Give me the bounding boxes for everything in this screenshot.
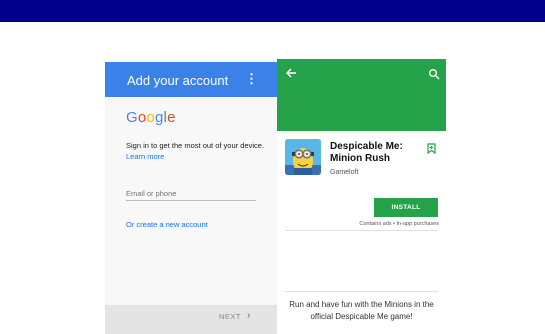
minion-icon [285,139,321,175]
google-logo-letter: g [154,109,164,126]
play-store-header [277,59,446,131]
signin-text: Sign in to get the most out of your devi… [126,141,264,150]
google-signin-screen: Add your account ⋮ Google Sign in to get… [105,62,277,334]
google-logo-letter: e [167,109,176,126]
google-logo: Google [126,109,176,126]
contains-ads-note: Contains ads • In-app purchases [359,221,439,227]
chevron-right-icon[interactable]: › [247,310,250,321]
divider [285,230,438,231]
app-description: Run and have fun with the Minions in the… [289,300,434,321]
google-logo-letter: G [126,109,138,126]
bookmark-icon[interactable] [427,143,436,154]
create-account-link[interactable]: Or create a new account [126,220,208,229]
google-logo-letter: o [146,109,155,126]
signin-footer [105,305,277,334]
install-button[interactable]: INSTALL [374,198,438,217]
play-store-screen: Despicable Me: Minion Rush Gameloft INST… [277,59,446,334]
email-field[interactable] [126,186,256,201]
arrow-back-icon[interactable] [285,67,297,79]
divider [285,291,438,292]
minion-app-icon[interactable] [285,139,321,175]
more-vert-icon[interactable]: ⋮ [245,72,258,86]
signin-header: Add your account ⋮ [105,62,277,97]
developer-name[interactable]: Gameloft [330,169,358,176]
app-title: Despicable Me: Minion Rush [330,141,403,164]
learn-more-link[interactable]: Learn more [126,152,164,161]
signin-description: Sign in to get the most out of your devi… [126,140,266,162]
top-banner [0,0,545,22]
signin-title: Add your account [127,73,229,88]
next-button[interactable]: NEXT [219,312,241,321]
search-icon[interactable] [428,68,440,80]
